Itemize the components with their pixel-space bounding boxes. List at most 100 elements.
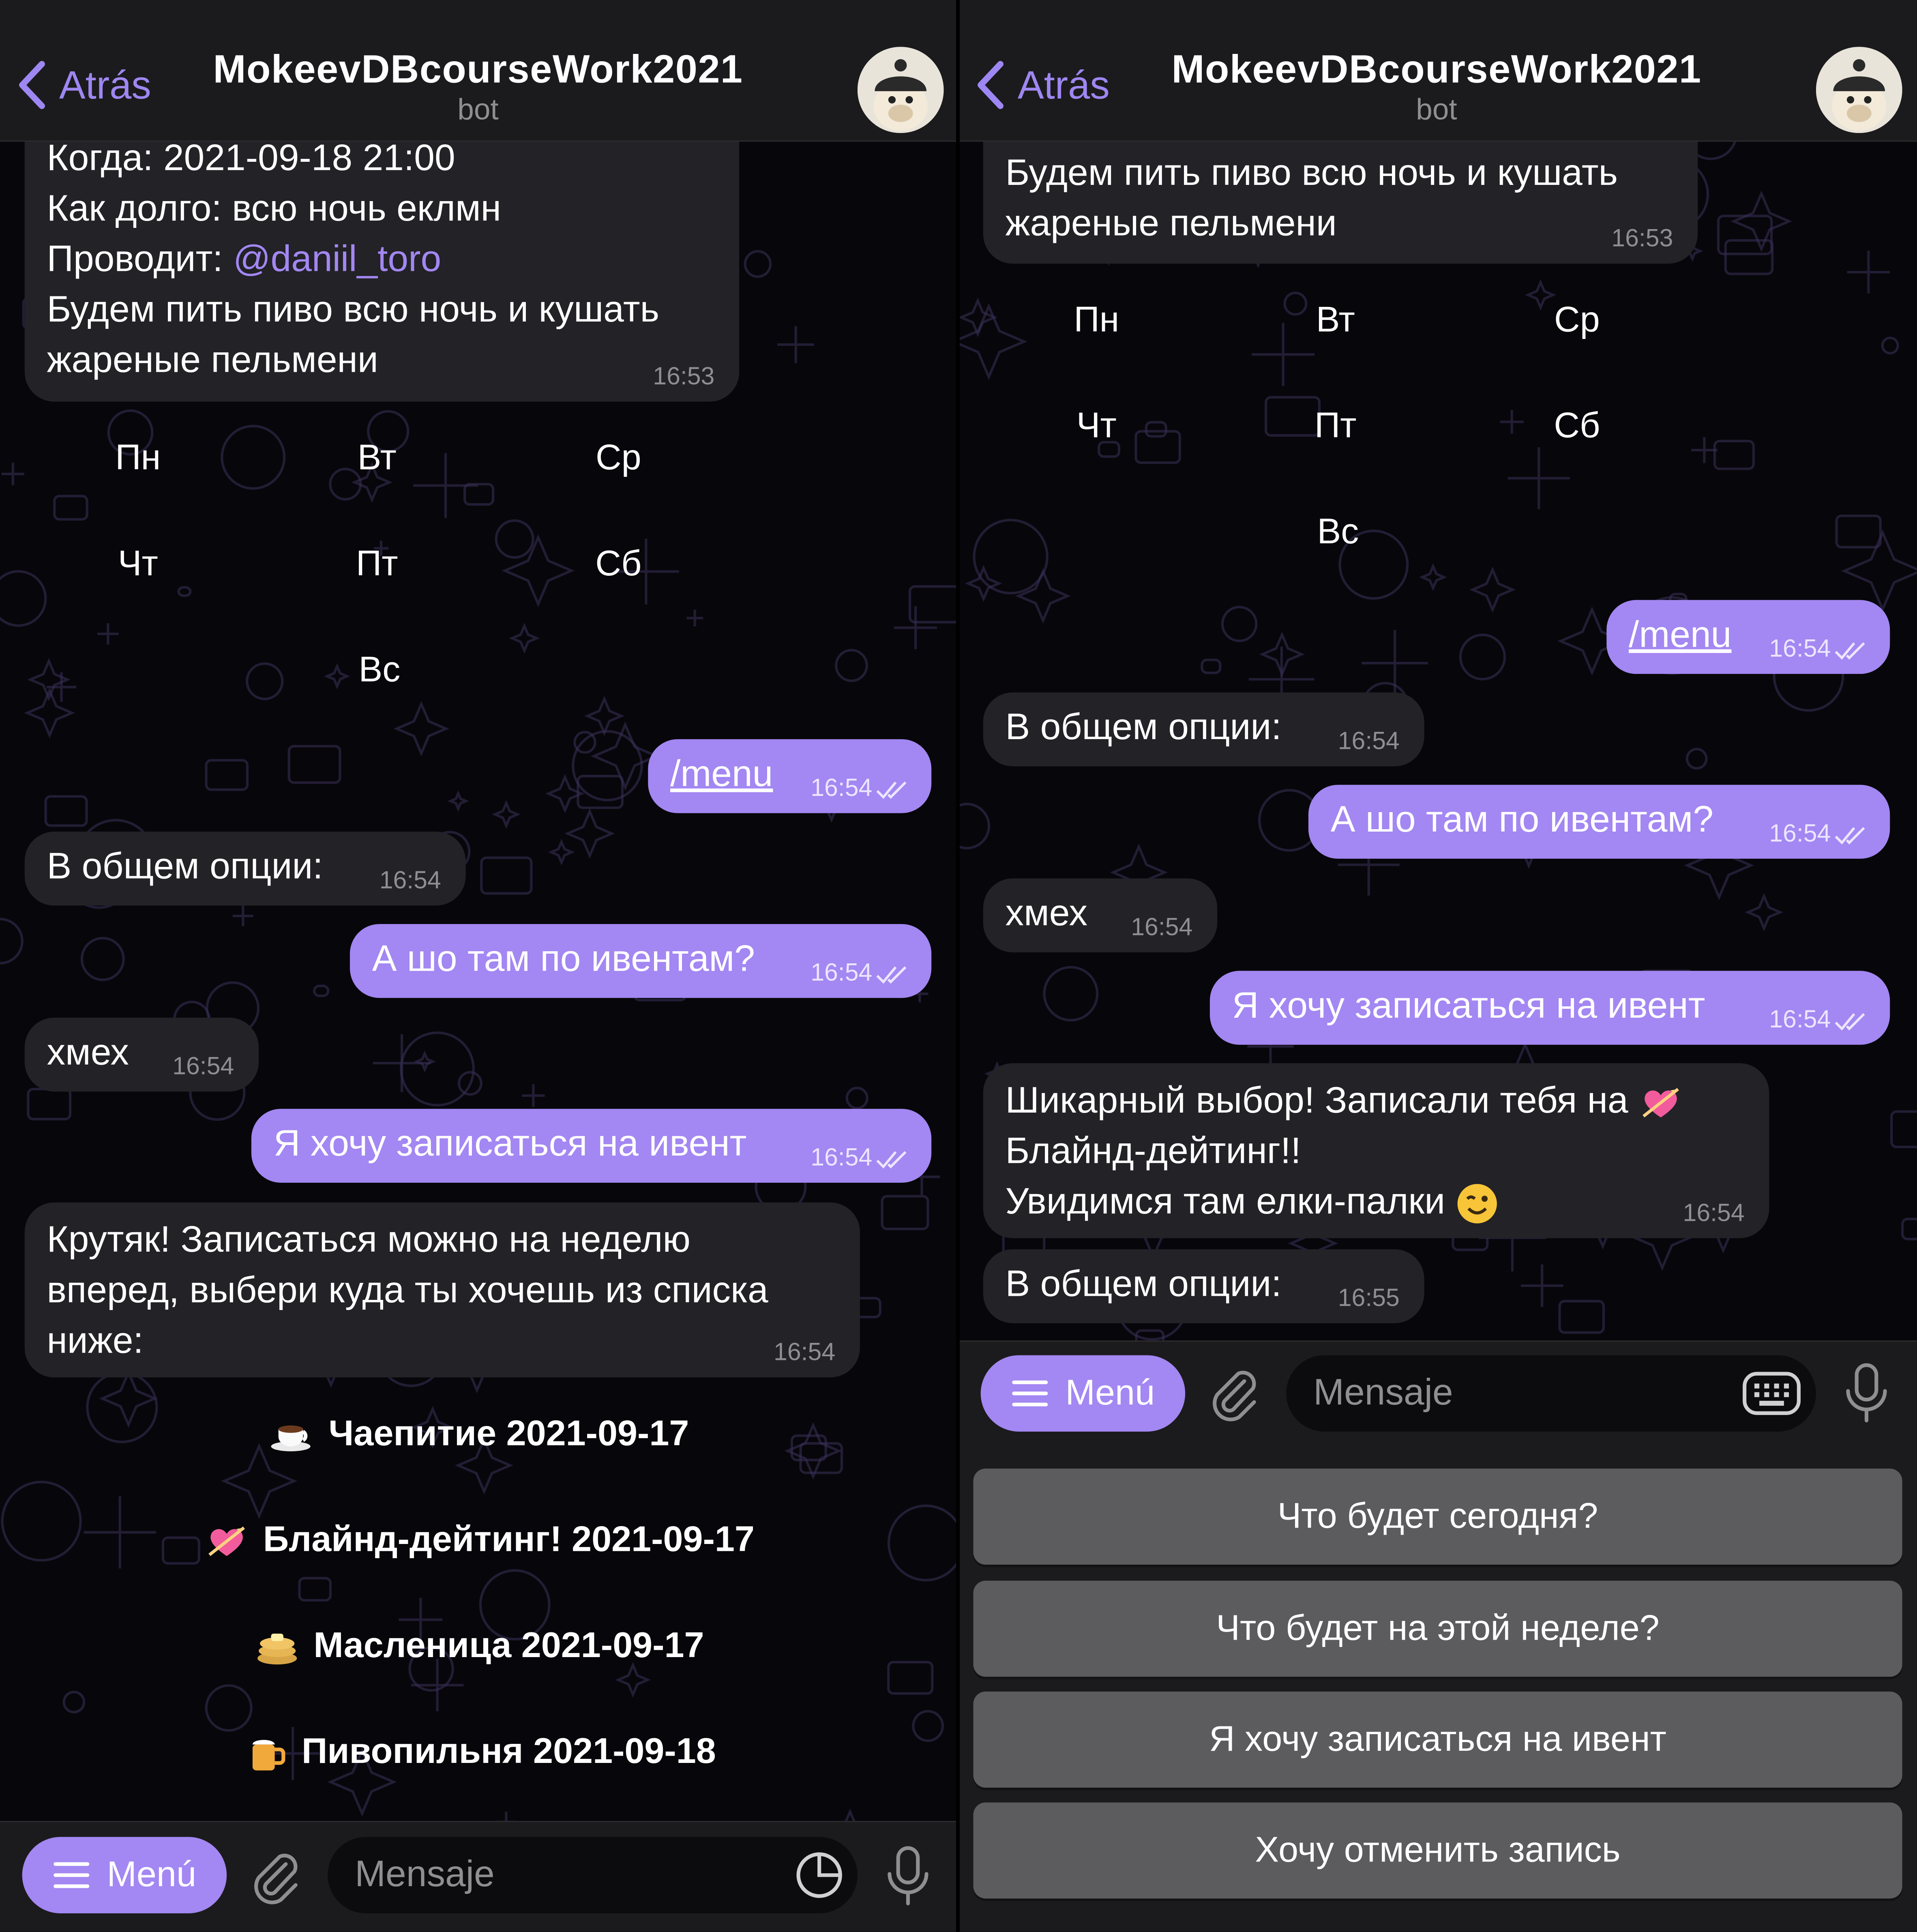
menu-button-label: Menú (107, 1855, 196, 1894)
weekday-button-wed[interactable]: Ср (1515, 300, 1638, 341)
message-time: 16:54 (1131, 914, 1193, 941)
wallpaper-doodle (1, 463, 24, 485)
wallpaper-doodle (835, 649, 868, 682)
weekday-button-fri[interactable]: Пт (1274, 407, 1397, 447)
chat-header: Atrás MokeevDBcourseWork2021 bot (958, 0, 1917, 142)
beer-mug-icon (252, 1740, 285, 1771)
reply-keyboard: Что будет сегодня? Что будет на этой нед… (958, 1444, 1917, 1932)
outgoing-message: Я хочу записаться на ивент 16:54 (1209, 971, 1890, 1045)
wallpaper-doodle (393, 701, 449, 757)
wallpaper-doodle (881, 1195, 929, 1231)
outgoing-message: /menu 16:54 (648, 739, 932, 813)
wallpaper-doodle (246, 662, 284, 700)
weekday-button-sat[interactable]: Сб (1515, 407, 1638, 447)
wallpaper-doodle (492, 800, 521, 829)
wallpaper-doodle (414, 1050, 436, 1073)
wallpaper-doodle (1558, 1300, 1605, 1334)
incoming-message: хмех 16:54 (24, 1017, 259, 1092)
incoming-message: В общем опции: 16:55 (983, 1249, 1424, 1323)
dog-avatar-icon (1816, 47, 1902, 133)
menu-button-label: Menú (1065, 1373, 1155, 1413)
message-line: Блайнд-дейтинг!! (1005, 1131, 1301, 1172)
weekday-button-thu[interactable]: Чт (76, 545, 199, 585)
message-time: 16:54 (811, 1143, 909, 1173)
event-button-beer-party[interactable]: Пивопильня 2021-09-18 (0, 1732, 958, 1773)
weekday-button-sat[interactable]: Сб (557, 545, 680, 585)
wallpaper-doodle (1520, 1264, 1563, 1307)
wallpaper-doodle (845, 1087, 868, 1110)
incoming-message: В общем опции: 16:54 (24, 832, 466, 906)
wallpaper-doodle (44, 795, 88, 827)
weekday-button-thu[interactable]: Чт (1035, 407, 1158, 447)
message-time: 16:54 (1769, 819, 1868, 849)
bot-menu-button[interactable]: Menú (22, 1837, 227, 1913)
microphone-icon[interactable] (1843, 1362, 1890, 1426)
weekday-button-wed[interactable]: Ср (557, 439, 680, 479)
weekday-button-sun[interactable]: Вс (1276, 512, 1400, 553)
wallpaper-doodle (909, 585, 959, 624)
chat-screen-left: Когда: 2021-09-18 21:00 Как долго: всю н… (0, 0, 959, 1932)
microphone-icon[interactable] (885, 1844, 931, 1908)
weekday-button-mon[interactable]: Пн (1035, 300, 1158, 341)
organizer-mention-link[interactable]: @daniil_toro (233, 239, 441, 279)
message-time: 16:55 (1338, 1285, 1400, 1312)
hamburger-menu-icon (1012, 1380, 1048, 1407)
wallpaper-doodle (1835, 515, 1882, 549)
menu-command-link[interactable]: /menu (1629, 615, 1731, 655)
back-button[interactable]: Atrás (973, 59, 1110, 111)
wallpaper-doodle (480, 856, 533, 895)
pancakes-icon (257, 1634, 296, 1665)
wallpaper-doodle (1201, 658, 1222, 674)
event-host-line: Проводит: @daniil_toro (47, 239, 442, 280)
wallpaper-doodle (1881, 337, 1899, 355)
wallpaper-doodle (572, 730, 643, 802)
message-composer: Menú (0, 1821, 959, 1932)
wallpaper-doodle (1901, 1218, 1917, 1240)
weekday-button-sun[interactable]: Вс (318, 650, 441, 691)
weekday-button-fri[interactable]: Пт (315, 545, 439, 585)
paperclip-icon[interactable] (247, 1847, 306, 1906)
avatar[interactable] (1816, 47, 1902, 133)
weekday-button-tue[interactable]: Вт (1274, 300, 1397, 341)
weekday-button-mon[interactable]: Пн (76, 439, 199, 479)
wallpaper-doodle (97, 623, 119, 645)
event-button-blind-dating[interactable]: Блайнд-дейтинг! 2021-09-17 (0, 1520, 958, 1561)
bot-menu-button[interactable]: Menú (980, 1355, 1186, 1432)
reply-button-sign-up[interactable]: Я хочу записаться на ивент (973, 1691, 1902, 1788)
incoming-message: Крутяк! Записаться можно на неделю впере… (24, 1202, 860, 1378)
event-description-line: жареные пельмени (1005, 203, 1337, 244)
event-button-tea-party[interactable]: Чаепитие 2021-09-17 (0, 1414, 958, 1455)
event-button-label: Чаепитие 2021-09-17 (328, 1414, 689, 1454)
message-input[interactable] (1286, 1355, 1816, 1432)
reply-button-today[interactable]: Что будет сегодня? (973, 1469, 1902, 1565)
wallpaper-doodle (62, 1691, 86, 1713)
double-check-icon (1835, 642, 1865, 660)
message-time: 16:54 (1683, 1200, 1745, 1227)
incoming-message: хмех 16:54 (983, 878, 1218, 952)
sticker-icon[interactable] (793, 1849, 845, 1901)
message-time: 16:54 (1769, 635, 1868, 664)
paperclip-icon[interactable] (1205, 1364, 1264, 1423)
reply-button-cancel[interactable]: Хочу отменить запись (973, 1802, 1902, 1899)
incoming-message: В общем опции: 16:54 (983, 692, 1424, 767)
event-button-maslenitsa[interactable]: Масленица 2021-09-17 (0, 1626, 958, 1667)
message-input[interactable] (328, 1837, 858, 1913)
message-line: Увидимся там елки-палки (1005, 1177, 1744, 1227)
wallpaper-doodle (615, 1662, 651, 1698)
wallpaper-doodle (973, 519, 1049, 594)
wallpaper-doodle (313, 984, 330, 997)
menu-command-link[interactable]: /menu (670, 754, 773, 795)
wallpaper-doodle (590, 721, 660, 791)
weekday-button-tue[interactable]: Вт (315, 439, 439, 479)
reply-button-this-week[interactable]: Что будет на этой неделе? (973, 1580, 1902, 1677)
wallpaper-doodle (777, 326, 815, 363)
wallpaper-doodle (1221, 606, 1258, 642)
chat-title: MokeevDBcourseWork2021 (213, 47, 743, 91)
message-time: 16:54 (1769, 1005, 1868, 1035)
back-button[interactable]: Atrás (15, 59, 151, 111)
avatar[interactable] (857, 47, 944, 133)
double-check-icon (876, 781, 907, 799)
keyboard-icon[interactable] (1742, 1371, 1801, 1415)
message-composer: Menú (958, 1340, 1917, 1445)
wallpaper-doodle (232, 905, 253, 926)
